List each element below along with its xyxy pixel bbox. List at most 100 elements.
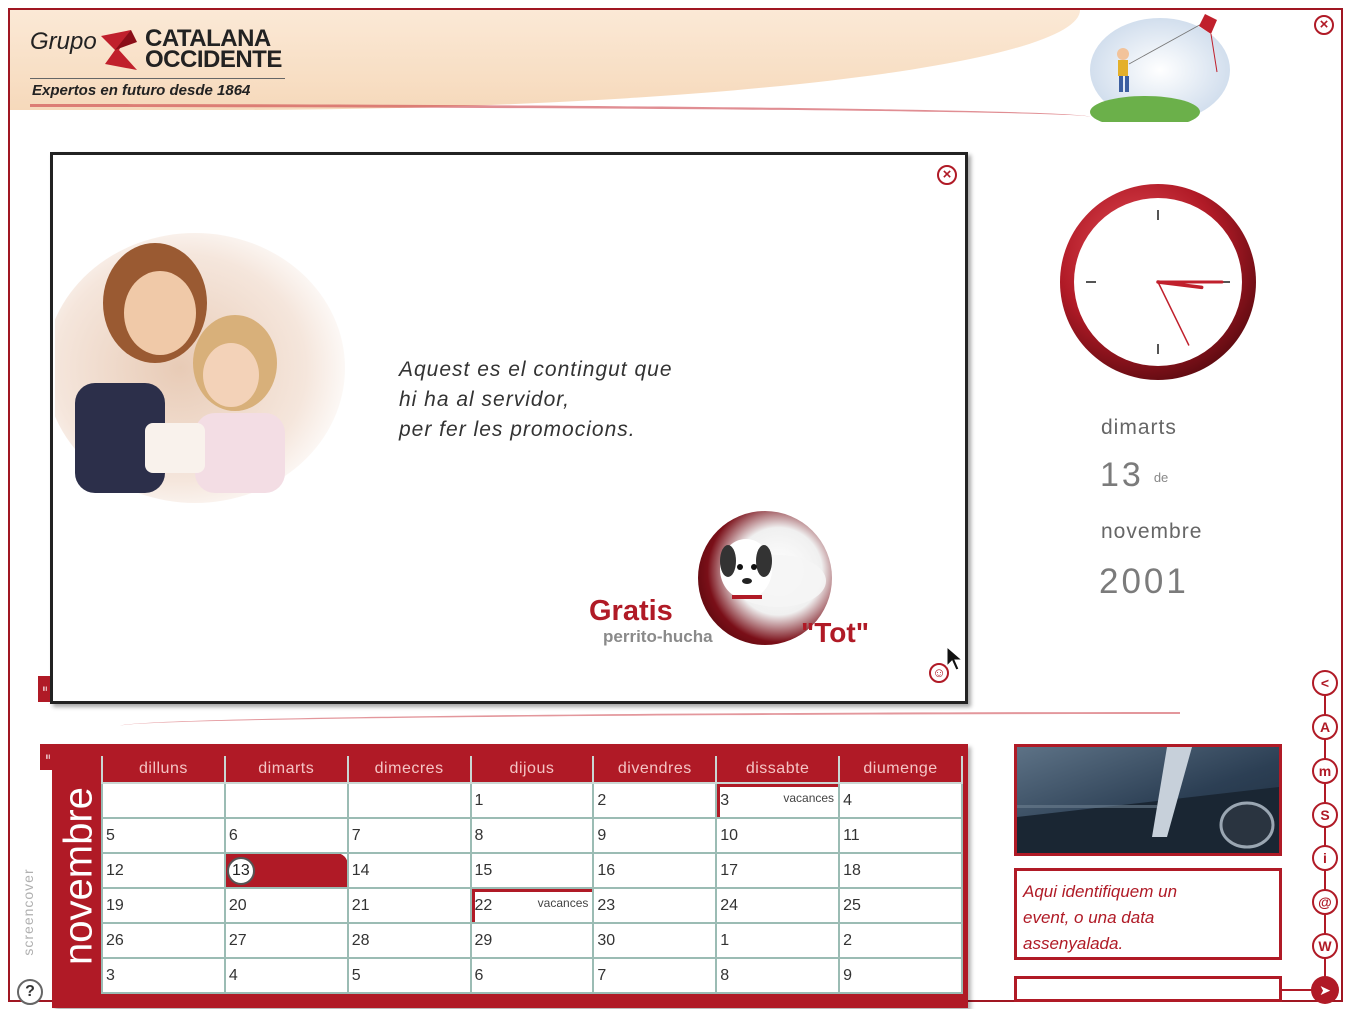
promo-tot: "Tot" [801,617,870,648]
promo-side-tab[interactable]: ≡ [38,676,50,702]
promo-close-button[interactable]: × [937,165,957,185]
calendar-day-number: 17 [720,861,739,879]
input-connector [1282,989,1312,991]
calendar-day-cell[interactable]: 9 [838,957,963,994]
nav-web-button[interactable]: W [1312,933,1338,959]
calendar-day-cell[interactable]: 19 [101,887,226,924]
calendar-day-cell[interactable]: 3 vacances [715,782,841,819]
calendar-day-cell[interactable]: 7 [346,817,472,854]
nav-email-button[interactable]: @ [1312,889,1338,915]
promo-gratis: Gratis [589,595,673,627]
calendar-day-cell[interactable]: 11 [838,817,963,854]
calendar-day-number: 8 [720,966,730,984]
calendar-day-cell[interactable]: 27 [223,922,349,959]
calendar-day-cell[interactable]: 2 [838,922,963,959]
date-weekday: dimarts [1101,416,1177,439]
calendar-day-cell[interactable]: 12 [101,852,226,889]
calendar-day-cell[interactable]: 10 [715,817,841,854]
calendar-day-number: 28 [351,931,370,949]
calendar-day-cell[interactable]: 21 [346,887,472,924]
calendar-header-dissabte: dissabte [715,756,841,784]
calendar-day-cell[interactable]: 25 [838,887,963,924]
children-photo [55,233,345,503]
calendar-day-number: 10 [720,826,739,844]
calendar-header-dilluns: dilluns [101,756,226,784]
event-input-field[interactable] [1014,976,1282,1002]
nav-s-button[interactable]: S [1312,802,1338,828]
calendar-header-dimarts: dimarts [223,756,349,784]
calendar-day-cell[interactable]: 22 vacances [469,887,595,924]
calendar-day-cell[interactable]: 3 [101,957,226,994]
calendar-day-number: 22 [474,896,493,914]
calendar-day-cell[interactable]: 16 [592,852,718,889]
calendar-day-cell[interactable]: 5 [101,817,226,854]
event-description: Aqui identifiquem un event, o una data a… [1014,868,1282,960]
calendar-day-number: 16 [597,861,616,879]
calendar-day-cell[interactable]: 6 [223,817,349,854]
calendar-day-cell[interactable]: 4 [223,957,349,994]
calendar-day-number: 29 [474,931,493,949]
calendar-day-number: 26 [106,931,124,949]
calendar-day-cell[interactable]: 14 [346,852,472,889]
calendar-day-cell[interactable]: 1 [469,782,595,819]
calendar-day-cell[interactable]: 24 [715,887,841,924]
calendar-day-number: 1 [720,931,730,949]
date-year: 2001 [1099,562,1189,601]
calendar-day-number: 6 [474,966,484,984]
calendar-day-number: 1 [474,791,484,809]
window-close-button[interactable]: × [1314,15,1334,35]
calendar-day-number: 4 [843,791,852,809]
calendar-day-cell[interactable]: 18 [838,852,963,889]
calendar-day-number: 12 [106,861,124,879]
go-arrow-icon[interactable]: ➤ [1311,976,1339,1004]
calendar-day-cell[interactable]: 8 [715,957,841,994]
calendar-day-cell[interactable]: 13 [223,852,349,889]
calendar-day-cell[interactable]: 9 [592,817,718,854]
calendar-day-cell[interactable]: 26 [101,922,226,959]
calendar-day-cell[interactable]: 6 [469,957,595,994]
calendar-day-cell[interactable] [101,782,226,819]
calendar-day-number: 24 [720,896,739,914]
date-month: novembre [1101,520,1203,543]
calendar-day-cell[interactable]: 7 [592,957,718,994]
calendar-row: 19 20 21 22 vacances 23 24 25 [101,887,963,924]
screencover-brand: screencover [20,868,36,956]
date-day: 13 de [1100,456,1169,494]
calendar-side-tab[interactable]: ≡ [40,744,53,770]
calendar-day-cell[interactable]: 28 [346,922,472,959]
calendar-day-number: 9 [843,966,852,984]
calendar-day-cell[interactable]: 23 [592,887,718,924]
calendar-day-cell[interactable]: 5 [346,957,472,994]
calendar-day-cell[interactable]: 29 [469,922,595,959]
nav-m-button[interactable]: m [1312,758,1338,784]
calendar-header-divendres: divendres [592,756,718,784]
calendar-day-number: 5 [106,826,115,844]
calendar-header-dimecres: dimecres [346,756,472,784]
nav-info-button[interactable]: i [1312,845,1338,871]
calendar-day-cell[interactable]: 1 [715,922,841,959]
calendar-day-cell[interactable]: 15 [469,852,595,889]
calendar-month-label: novembre [56,787,101,965]
calendar-day-number: 7 [597,966,607,984]
calendar-day-number: 30 [597,931,616,949]
calendar-day-cell[interactable]: 8 [469,817,595,854]
today-marker: 13 [226,856,255,885]
calendar-day-cell[interactable]: 17 [715,852,841,889]
calendar-day-cell[interactable] [223,782,349,819]
calendar-row: 12 13 14 15 16 17 18 [101,852,963,889]
calendar-day-cell[interactable]: 30 [592,922,718,959]
nav-back-button[interactable]: < [1312,670,1338,696]
calendar-day-cell[interactable]: 4 [838,782,963,819]
calendar-grid: dilluns dimarts dimecres dijous divendres dis… [101,756,963,994]
calendar-header-dijous: dijous [469,756,595,784]
help-button[interactable]: ? [17,979,43,1005]
nav-a-button[interactable]: A [1312,714,1338,740]
calendar-day-number: 21 [351,896,370,914]
calendar-day-cell[interactable]: 20 [223,887,349,924]
calendar-day-cell[interactable]: 2 [592,782,718,819]
calendar-day-number: 15 [474,861,493,879]
calendar-day-cell[interactable] [346,782,472,819]
calendar-row: 1 2 3 vacances 4 [101,782,963,819]
calendar-day-number: 11 [843,826,860,844]
logo-grupo-text: Grupo [30,28,97,55]
